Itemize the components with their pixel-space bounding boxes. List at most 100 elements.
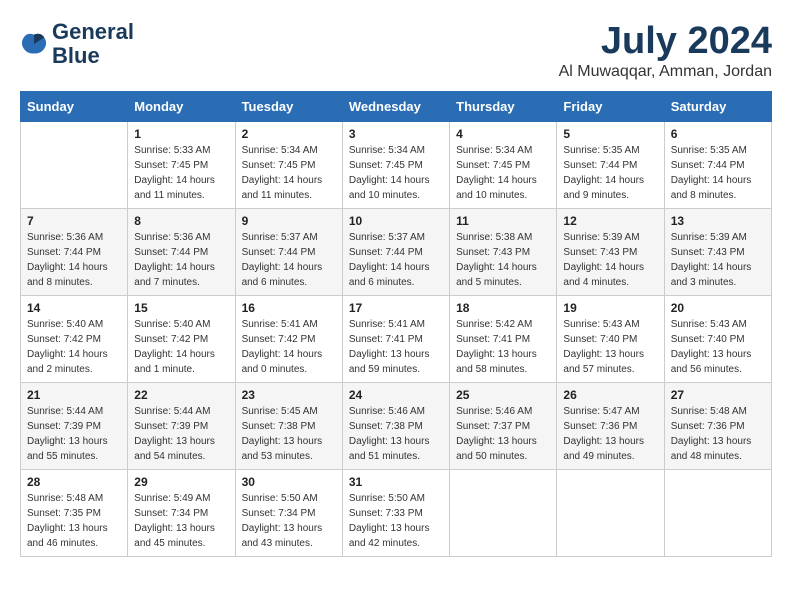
calendar-cell: 2 Sunrise: 5:34 AM Sunset: 7:45 PM Daylig… [235,122,342,209]
day-number: 25 [456,388,550,402]
calendar-cell: 6 Sunrise: 5:35 AM Sunset: 7:44 PM Daylig… [664,122,771,209]
day-number: 11 [456,214,550,228]
calendar-cell: 31 Sunrise: 5:50 AM Sunset: 7:33 PM Dayli… [342,470,449,557]
calendar-cell [664,470,771,557]
day-info: Sunrise: 5:44 AM Sunset: 7:39 PM Dayligh… [134,404,228,464]
calendar-week-row: 7 Sunrise: 5:36 AM Sunset: 7:44 PM Daylig… [21,209,772,296]
day-number: 19 [563,301,657,315]
day-number: 27 [671,388,765,402]
calendar-cell [21,122,128,209]
day-info: Sunrise: 5:43 AM Sunset: 7:40 PM Dayligh… [563,317,657,377]
calendar-cell: 9 Sunrise: 5:37 AM Sunset: 7:44 PM Daylig… [235,209,342,296]
day-info: Sunrise: 5:34 AM Sunset: 7:45 PM Dayligh… [242,143,336,203]
calendar-cell: 27 Sunrise: 5:48 AM Sunset: 7:36 PM Dayli… [664,383,771,470]
day-number: 7 [27,214,121,228]
day-number: 2 [242,127,336,141]
day-info: Sunrise: 5:33 AM Sunset: 7:45 PM Dayligh… [134,143,228,203]
weekday-header-wednesday: Wednesday [342,92,449,122]
calendar-cell: 23 Sunrise: 5:45 AM Sunset: 7:38 PM Dayli… [235,383,342,470]
page-header: General Blue July 2024 Al Muwaqqar, Amma… [20,20,772,81]
month-title: July 2024 [559,20,772,63]
calendar-cell: 21 Sunrise: 5:44 AM Sunset: 7:39 PM Dayli… [21,383,128,470]
calendar-cell: 16 Sunrise: 5:41 AM Sunset: 7:42 PM Dayli… [235,296,342,383]
day-info: Sunrise: 5:35 AM Sunset: 7:44 PM Dayligh… [563,143,657,203]
day-number: 23 [242,388,336,402]
day-number: 14 [27,301,121,315]
day-info: Sunrise: 5:46 AM Sunset: 7:38 PM Dayligh… [349,404,443,464]
calendar-cell: 29 Sunrise: 5:49 AM Sunset: 7:34 PM Dayli… [128,470,235,557]
weekday-header-row: SundayMondayTuesdayWednesdayThursdayFrid… [21,92,772,122]
day-info: Sunrise: 5:41 AM Sunset: 7:42 PM Dayligh… [242,317,336,377]
location: Al Muwaqqar, Amman, Jordan [559,63,772,81]
day-info: Sunrise: 5:44 AM Sunset: 7:39 PM Dayligh… [27,404,121,464]
calendar-cell: 18 Sunrise: 5:42 AM Sunset: 7:41 PM Dayli… [450,296,557,383]
weekday-header-thursday: Thursday [450,92,557,122]
day-info: Sunrise: 5:36 AM Sunset: 7:44 PM Dayligh… [134,230,228,290]
day-info: Sunrise: 5:46 AM Sunset: 7:37 PM Dayligh… [456,404,550,464]
calendar-cell: 3 Sunrise: 5:34 AM Sunset: 7:45 PM Daylig… [342,122,449,209]
calendar-cell: 1Sunrise: 5:33 AM Sunset: 7:45 PM Daylig… [128,122,235,209]
calendar-week-row: 14 Sunrise: 5:40 AM Sunset: 7:42 PM Dayli… [21,296,772,383]
calendar-cell: 20Sunrise: 5:43 AM Sunset: 7:40 PM Dayli… [664,296,771,383]
day-info: Sunrise: 5:42 AM Sunset: 7:41 PM Dayligh… [456,317,550,377]
day-info: Sunrise: 5:50 AM Sunset: 7:33 PM Dayligh… [349,491,443,551]
logo: General Blue [20,20,134,68]
day-number: 4 [456,127,550,141]
day-number: 6 [671,127,765,141]
day-number: 21 [27,388,121,402]
calendar-table: SundayMondayTuesdayWednesdayThursdayFrid… [20,91,772,557]
calendar-cell: 28Sunrise: 5:48 AM Sunset: 7:35 PM Dayli… [21,470,128,557]
day-info: Sunrise: 5:35 AM Sunset: 7:44 PM Dayligh… [671,143,765,203]
calendar-cell: 25 Sunrise: 5:46 AM Sunset: 7:37 PM Dayli… [450,383,557,470]
day-number: 9 [242,214,336,228]
calendar-cell: 10 Sunrise: 5:37 AM Sunset: 7:44 PM Dayli… [342,209,449,296]
day-number: 10 [349,214,443,228]
day-number: 22 [134,388,228,402]
day-info: Sunrise: 5:34 AM Sunset: 7:45 PM Dayligh… [349,143,443,203]
calendar-cell: 4 Sunrise: 5:34 AM Sunset: 7:45 PM Daylig… [450,122,557,209]
calendar-cell: 12Sunrise: 5:39 AM Sunset: 7:43 PM Dayli… [557,209,664,296]
day-number: 3 [349,127,443,141]
day-number: 31 [349,475,443,489]
day-info: Sunrise: 5:37 AM Sunset: 7:44 PM Dayligh… [349,230,443,290]
weekday-header-sunday: Sunday [21,92,128,122]
day-number: 16 [242,301,336,315]
day-info: Sunrise: 5:45 AM Sunset: 7:38 PM Dayligh… [242,404,336,464]
calendar-cell: 8 Sunrise: 5:36 AM Sunset: 7:44 PM Daylig… [128,209,235,296]
day-info: Sunrise: 5:40 AM Sunset: 7:42 PM Dayligh… [27,317,121,377]
day-number: 30 [242,475,336,489]
weekday-header-friday: Friday [557,92,664,122]
day-number: 17 [349,301,443,315]
day-info: Sunrise: 5:50 AM Sunset: 7:34 PM Dayligh… [242,491,336,551]
day-info: Sunrise: 5:49 AM Sunset: 7:34 PM Dayligh… [134,491,228,551]
logo-icon [20,30,48,58]
day-info: Sunrise: 5:37 AM Sunset: 7:44 PM Dayligh… [242,230,336,290]
weekday-header-tuesday: Tuesday [235,92,342,122]
day-info: Sunrise: 5:40 AM Sunset: 7:42 PM Dayligh… [134,317,228,377]
calendar-cell: 19 Sunrise: 5:43 AM Sunset: 7:40 PM Dayli… [557,296,664,383]
day-info: Sunrise: 5:36 AM Sunset: 7:44 PM Dayligh… [27,230,121,290]
calendar-cell: 22 Sunrise: 5:44 AM Sunset: 7:39 PM Dayli… [128,383,235,470]
calendar-cell [450,470,557,557]
day-info: Sunrise: 5:48 AM Sunset: 7:36 PM Dayligh… [671,404,765,464]
day-number: 28 [27,475,121,489]
calendar-cell: 5Sunrise: 5:35 AM Sunset: 7:44 PM Daylig… [557,122,664,209]
day-info: Sunrise: 5:38 AM Sunset: 7:43 PM Dayligh… [456,230,550,290]
calendar-cell: 15 Sunrise: 5:40 AM Sunset: 7:42 PM Dayli… [128,296,235,383]
calendar-week-row: 1Sunrise: 5:33 AM Sunset: 7:45 PM Daylig… [21,122,772,209]
day-info: Sunrise: 5:41 AM Sunset: 7:41 PM Dayligh… [349,317,443,377]
calendar-cell: 17 Sunrise: 5:41 AM Sunset: 7:41 PM Dayli… [342,296,449,383]
calendar-week-row: 21 Sunrise: 5:44 AM Sunset: 7:39 PM Dayli… [21,383,772,470]
title-block: July 2024 Al Muwaqqar, Amman, Jordan [559,20,772,81]
day-info: Sunrise: 5:34 AM Sunset: 7:45 PM Dayligh… [456,143,550,203]
day-number: 13 [671,214,765,228]
day-number: 15 [134,301,228,315]
day-number: 29 [134,475,228,489]
day-info: Sunrise: 5:47 AM Sunset: 7:36 PM Dayligh… [563,404,657,464]
day-info: Sunrise: 5:39 AM Sunset: 7:43 PM Dayligh… [671,230,765,290]
calendar-cell: 24 Sunrise: 5:46 AM Sunset: 7:38 PM Dayli… [342,383,449,470]
day-number: 8 [134,214,228,228]
day-number: 24 [349,388,443,402]
day-number: 18 [456,301,550,315]
calendar-cell: 13 Sunrise: 5:39 AM Sunset: 7:43 PM Dayli… [664,209,771,296]
